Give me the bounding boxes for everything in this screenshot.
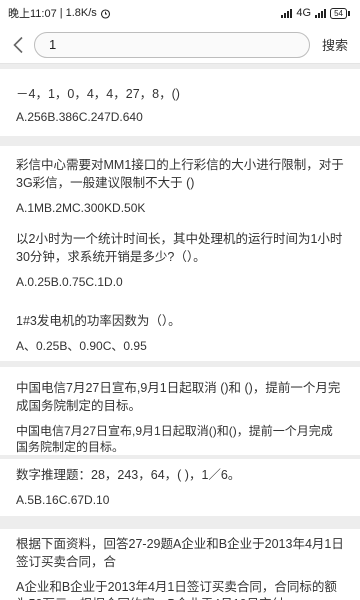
- result-card[interactable]: 数字推理题：28，243，64，( )，1／6。 A.5B.16C.67D.10: [0, 459, 360, 516]
- result-card[interactable]: 以2小时为一个统计时间长，其中处理机的运行时间为1小时30分钟，求系统开销是多少…: [0, 222, 360, 307]
- result-options: A企业和B企业于2013年4月1日签订买卖合同，合同标的额为50万元。根据合同约…: [16, 580, 337, 600]
- result-options: A.1MB.2MC.300KD.50K: [16, 201, 146, 215]
- result-question: 彩信中心需要对MM1接口的上行彩信的大小进行限制，对于3G彩信，一般建议限制不大…: [16, 158, 344, 190]
- result-card[interactable]: －4，1，0，4，4，27，8，() A.256B.386C.247D.640: [0, 69, 360, 136]
- result-options: A、0.25B、0.90C、0.95: [16, 339, 147, 353]
- battery-tip: [348, 10, 350, 16]
- status-time: 晚上11:07: [8, 8, 57, 20]
- result-question: 以2小时为一个统计时间长，其中处理机的运行时间为1小时30分钟，求系统开销是多少…: [16, 232, 343, 264]
- result-question: 数字推理题：28，243，64，( )，1／6。: [16, 468, 241, 482]
- search-header: 搜索: [0, 26, 360, 64]
- result-card[interactable]: 根据下面资料，回答27-29题A企业和B企业于2013年4月1日签订买卖合同，合…: [0, 529, 360, 600]
- result-card[interactable]: 中国电信7月27日宣布,9月1日起取消 ()和 ()，提前一个月完成国务院制定的…: [0, 367, 360, 455]
- search-field[interactable]: [34, 31, 310, 58]
- result-question: 根据下面资料，回答27-29题A企业和B企业于2013年4月1日签订买卖合同，合: [16, 537, 344, 569]
- battery-icon: 54: [330, 7, 350, 19]
- result-options: A.256B.386C.247D.640: [16, 110, 143, 124]
- status-divider: |: [59, 7, 63, 19]
- battery-level: 54: [330, 7, 347, 19]
- back-button[interactable]: [8, 33, 28, 57]
- search-button[interactable]: 搜索: [322, 35, 352, 54]
- result-options: A.5B.16C.67D.10: [16, 493, 110, 507]
- status-left: 晚上11:07 | 1.8K/s: [8, 5, 111, 21]
- chevron-left-icon: [13, 36, 23, 53]
- status-bar: 晚上11:07 | 1.8K/s 4G 54: [0, 0, 360, 26]
- result-options: A.0.25B.0.75C.1D.0: [16, 275, 123, 289]
- cell-signal-icon: [315, 8, 327, 18]
- result-card[interactable]: 彩信中心需要对MM1接口的上行彩信的大小进行限制，对于3G彩信，一般建议限制不大…: [0, 146, 360, 234]
- alarm-icon: [100, 8, 110, 19]
- status-speed: 1.8K/s: [65, 7, 97, 19]
- result-question: 1#3发电机的功率因数为（）。: [16, 314, 181, 328]
- result-question: －4，1，0，4，4，27，8，(): [16, 87, 180, 101]
- result-options: 中国电信7月27日宣布,9月1日起取消()和()，提前一个月完成国务院制定的目标…: [16, 424, 333, 454]
- result-question: 中国电信7月27日宣布,9月1日起取消 ()和 ()，提前一个月完成国务院制定的…: [16, 381, 341, 413]
- result-card[interactable]: 1#3发电机的功率因数为（）。 A、0.25B、0.90C、0.95: [0, 304, 360, 361]
- search-input[interactable]: [49, 37, 295, 52]
- status-right: 4G 54: [281, 7, 350, 19]
- wifi-signal-icon: [281, 8, 293, 18]
- network-type: 4G: [296, 7, 312, 19]
